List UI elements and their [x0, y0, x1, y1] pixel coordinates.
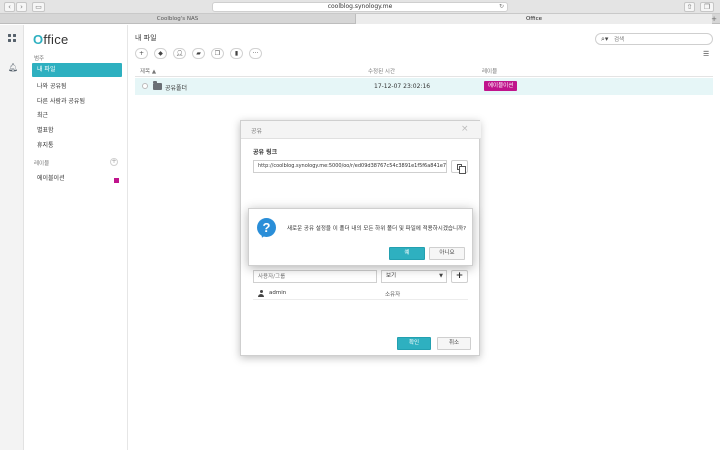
- file-name: 공유폴더: [165, 85, 188, 92]
- search-icon[interactable]: ⌕▾: [601, 35, 608, 44]
- ok-button[interactable]: 확인: [397, 337, 431, 350]
- add-label-icon[interactable]: +: [110, 158, 118, 166]
- label-color-swatch: [114, 178, 119, 183]
- office-logo: Office: [33, 32, 69, 47]
- sidebar-icon: ▭: [35, 3, 42, 11]
- labels-section-label: 레이블: [34, 161, 50, 167]
- tag-icon: ◆: [158, 50, 163, 57]
- new-tab-icon[interactable]: +: [711, 14, 717, 24]
- move-button[interactable]: ▰: [192, 48, 205, 59]
- header-divider: [135, 76, 713, 77]
- user-group-input[interactable]: [253, 270, 377, 283]
- search-box[interactable]: ⌕▾: [595, 33, 713, 45]
- tab-office[interactable]: Office: [356, 14, 712, 24]
- sidebar-item-recent[interactable]: 최근: [32, 109, 122, 123]
- sidebar-item-shared-with-me[interactable]: 나와 공유됨: [32, 80, 122, 94]
- user-icon: [258, 290, 264, 297]
- sidebar-label-item[interactable]: 에이블이션: [32, 172, 122, 186]
- permission-row[interactable]: admin 소유자: [253, 287, 468, 300]
- back-button[interactable]: ‹: [4, 2, 15, 12]
- share-link-field[interactable]: http://coolblog.synology.me:5000/oo/r/ed…: [253, 160, 447, 173]
- sort-indicator-icon: ▲: [151, 69, 157, 75]
- close-icon[interactable]: ×: [461, 124, 469, 134]
- table-row[interactable]: 공유폴더 17-12-07 23:02:16 에이블이션: [135, 78, 713, 95]
- tab-coolblogs-nas[interactable]: Coolblog's NAS: [0, 14, 356, 24]
- trash-icon: ▮: [234, 50, 239, 57]
- chevron-down-icon: ▼: [439, 273, 443, 279]
- folder-move-icon: ▰: [196, 50, 201, 57]
- permission-value: 보기: [386, 273, 397, 279]
- add-user-button[interactable]: +: [451, 270, 468, 283]
- file-label-badge: 에이블이션: [484, 81, 518, 91]
- share-icon: ⇧: [686, 3, 693, 11]
- copy-icon: [457, 164, 466, 174]
- copy-file-button[interactable]: ❐: [211, 48, 224, 59]
- no-button[interactable]: 아니요: [429, 247, 465, 260]
- tabs-icon: ❐: [703, 3, 711, 11]
- sidebar-item-shared-with-others[interactable]: 다른 사람과 공유됨: [32, 95, 122, 109]
- notification-bell-icon[interactable]: 🔔︎: [8, 63, 18, 72]
- url-text: coolblog.synology.me: [327, 3, 393, 10]
- copy-link-button[interactable]: [451, 160, 468, 174]
- delete-button[interactable]: ▮: [230, 48, 243, 59]
- new-button[interactable]: +: [135, 48, 148, 59]
- chevron-left-icon: ‹: [8, 3, 11, 11]
- share-dialog-title-bar: 공유 ×: [241, 121, 481, 139]
- question-icon: ?: [257, 218, 276, 240]
- sidebar-item-starred[interactable]: 별표함: [32, 124, 122, 138]
- category-section-label: 범주: [34, 56, 45, 62]
- browser-tabs: Coolblog's NAS Office +: [0, 14, 720, 24]
- share-dialog-title: 공유: [251, 128, 263, 135]
- chevron-right-icon: ›: [20, 3, 23, 11]
- confirm-dialog: ? 새로운 공유 설정을 이 폴더 내의 모든 하위 폴더 및 파일에 적용하시…: [248, 208, 473, 266]
- search-input[interactable]: [614, 35, 706, 44]
- share-page-button[interactable]: ⇧: [684, 2, 695, 12]
- row-checkbox[interactable]: [142, 83, 148, 89]
- apps-grid-icon[interactable]: [8, 34, 17, 43]
- permission-role: 소유자: [385, 292, 401, 298]
- sidebar-toggle-button[interactable]: ▭: [32, 2, 45, 12]
- sidebar-item-my-files[interactable]: 내 파일: [32, 63, 122, 77]
- forward-button[interactable]: ›: [16, 2, 27, 12]
- tab-overview-button[interactable]: ❐: [700, 2, 714, 12]
- share-button[interactable]: 👤︎: [173, 48, 186, 59]
- copy-icon: ❐: [214, 50, 221, 57]
- yes-button[interactable]: 예: [389, 247, 425, 260]
- address-bar[interactable]: coolblog.synology.me ↻: [212, 2, 508, 12]
- sidebar: Office 범주 내 파일 나와 공유됨 다른 사람과 공유됨 최근 별표함 …: [24, 25, 128, 450]
- permission-select[interactable]: 보기 ▼: [381, 270, 447, 283]
- app-rail: 🔔︎ A: [0, 25, 24, 450]
- share-link-label: 공유 링크: [253, 149, 278, 156]
- page-title: 내 파일: [135, 34, 157, 42]
- permission-user: admin: [269, 290, 287, 296]
- file-modified-time: 17-12-07 23:02:16: [374, 83, 431, 90]
- add-user-icon: 👤︎: [175, 50, 184, 57]
- browser-toolbar: ‹ › ▭ coolblog.synology.me ↻ ⇧ ❐: [0, 0, 720, 14]
- confirm-message: 새로운 공유 설정을 이 폴더 내의 모든 하위 폴더 및 파일에 적용하시겠습…: [287, 226, 467, 232]
- cancel-button[interactable]: 취소: [437, 337, 471, 350]
- folder-icon: [153, 81, 162, 90]
- more-button[interactable]: ···: [249, 48, 262, 59]
- label-button[interactable]: ◆: [154, 48, 167, 59]
- sidebar-item-trash[interactable]: 휴지통: [32, 139, 122, 153]
- reload-icon[interactable]: ↻: [499, 3, 504, 11]
- list-view-icon[interactable]: ☰: [703, 50, 709, 58]
